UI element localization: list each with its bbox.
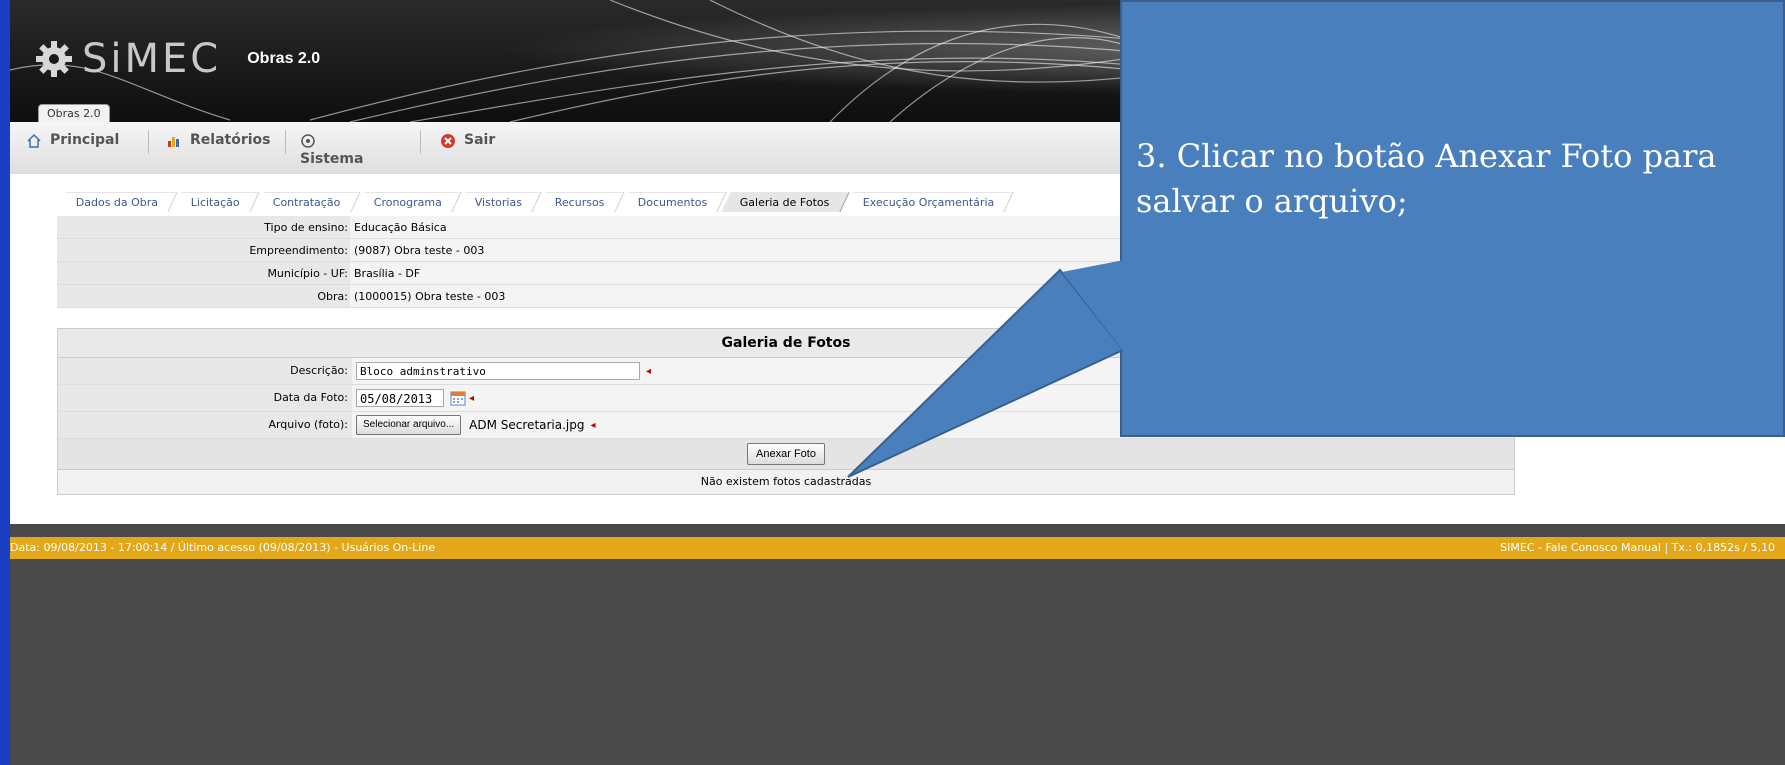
data-foto-input[interactable]: 05/08/2013 <box>356 389 444 407</box>
tab-recursos[interactable]: Recursos <box>536 192 625 212</box>
required-marker-icon: ◂ <box>469 392 475 404</box>
gear-logo-icon <box>36 41 72 77</box>
menu-relatorios[interactable]: Relatórios <box>166 132 271 149</box>
tab-label: Dados da Obra <box>75 196 159 209</box>
obra-tabs: Dados da Obra Licitação Contratação Cronogr… <box>57 192 1014 212</box>
required-marker-icon: ◂ <box>590 419 596 431</box>
tab-label: Cronograma <box>373 196 442 209</box>
tab-documentos[interactable]: Documentos <box>618 192 727 212</box>
tab-label: Licitação <box>191 196 240 209</box>
tab-contratacao[interactable]: Contratação <box>254 192 361 212</box>
menu-principal[interactable]: Principal <box>26 132 119 149</box>
attach-photo-button[interactable]: Anexar Foto <box>747 443 825 465</box>
descricao-label: Descrição: <box>58 358 352 384</box>
tab-label: Recursos <box>554 196 605 209</box>
home-icon <box>27 133 41 148</box>
selected-file-name: ADM Secretaria.jpg <box>469 418 585 432</box>
system-tab[interactable]: Obras 2.0 <box>38 104 110 122</box>
tab-label: Galeria de Fotos <box>739 196 830 209</box>
menu-sair-label: Sair <box>464 132 496 148</box>
tab-label: Documentos <box>637 196 707 209</box>
tab-cronograma[interactable]: Cronograma <box>355 192 462 212</box>
footer-session-info: Data: 09/08/2013 - 17:00:14 / Último ace… <box>10 541 436 554</box>
tab-licitacao[interactable]: Licitação <box>172 192 260 212</box>
menu-divider <box>148 130 149 154</box>
close-circle-icon <box>441 134 455 148</box>
tab-vistorias[interactable]: Vistorias <box>456 192 542 212</box>
menu-divider <box>285 130 286 154</box>
instruction-callout: 3. Clicar no botão Anexar Foto para salv… <box>1120 0 1785 437</box>
info-label: Município - UF: <box>57 261 350 285</box>
select-file-button[interactable]: Selecionar arquivo... <box>356 415 462 435</box>
info-label: Tipo de ensino: <box>57 216 350 239</box>
data-label: Data da Foto: <box>58 385 352 411</box>
window-frame-left <box>0 0 10 765</box>
menu-sair[interactable]: Sair <box>440 132 495 149</box>
status-footer: Data: 09/08/2013 - 17:00:14 / Último ace… <box>10 537 1785 559</box>
tab-label: Vistorias <box>474 196 522 209</box>
arquivo-label: Arquivo (foto): <box>58 412 352 438</box>
settings-icon <box>301 134 315 148</box>
footer-links[interactable]: SIMEC - Fale Conosco Manual | Tx.: 0,185… <box>1500 537 1775 559</box>
menu-relatorios-label: Relatórios <box>190 132 271 148</box>
tab-dados-da-obra[interactable]: Dados da Obra <box>57 192 178 212</box>
calendar-icon[interactable] <box>450 390 466 406</box>
info-label: Obra: <box>57 284 350 308</box>
tab-galeria-de-fotos[interactable]: Galeria de Fotos <box>721 192 850 212</box>
menu-divider <box>420 130 421 154</box>
module-name: Obras 2.0 <box>247 50 321 67</box>
menu-sistema-label: Sistema <box>300 151 364 167</box>
tab-label: Contratação <box>272 196 341 209</box>
info-label: Empreendimento: <box>57 238 350 262</box>
empty-photos-message: Não existem fotos cadastradas <box>58 470 1514 494</box>
menu-principal-label: Principal <box>50 132 120 148</box>
brand-name: SiMEC <box>82 36 222 82</box>
action-row: Anexar Foto <box>58 439 1514 470</box>
tab-execucao-orcamentaria[interactable]: Execução Orçamentária <box>844 192 1014 212</box>
report-chart-icon <box>168 137 179 147</box>
tab-label: Execução Orçamentária <box>862 196 994 209</box>
required-marker-icon: ◂ <box>646 365 652 377</box>
menu-sistema[interactable]: Sistema <box>300 132 363 167</box>
callout-text: 3. Clicar no botão Anexar Foto para salv… <box>1136 137 1717 220</box>
descricao-input[interactable]: Bloco adminstrativo <box>356 362 640 380</box>
logo: SiMEC Obras 2.0 <box>34 36 320 82</box>
